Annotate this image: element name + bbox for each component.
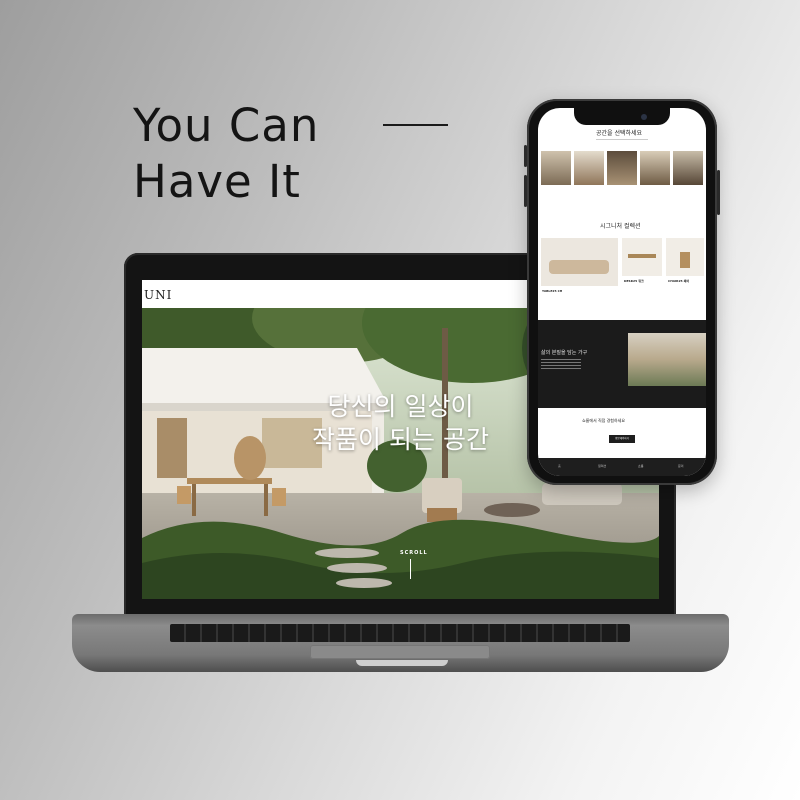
phone-tab-4[interactable]: 문의: [678, 464, 684, 468]
phone-product-image-2[interactable]: [622, 238, 662, 276]
phone-product-name-1: TABLE25 CH: [542, 289, 563, 293]
phone-dark-section-image: [628, 333, 706, 386]
site-logo[interactable]: UNI: [144, 288, 172, 302]
headline-line-1: You Can: [133, 99, 320, 152]
phone-power-button: [717, 170, 720, 215]
phone-dark-section-title: 삶의 본질을 담는 가구: [541, 350, 588, 356]
phone-cta-title: 쇼룸에서 직접 경험하세요: [582, 418, 626, 423]
phone-product-image-1[interactable]: [541, 238, 618, 286]
laptop-hinge-notch: [356, 660, 448, 666]
headline-line-2: Have It: [133, 155, 301, 208]
phone-notch: [574, 108, 670, 125]
phone-section-title-spaces: 공간을 선택하세요: [596, 130, 643, 137]
phone-product-name-3: CHAIR25 체어: [668, 279, 690, 283]
phone-room-thumb-1[interactable]: [541, 151, 571, 185]
phone-cta-button[interactable]: 방문예약하기: [609, 435, 635, 443]
headline-dash: [383, 124, 448, 126]
phone-tab-1[interactable]: 홈: [558, 464, 561, 468]
phone-cta-button-label: 방문예약하기: [615, 437, 629, 440]
phone-section-title-collection: 시그니처 컬렉션: [600, 223, 641, 230]
phone-room-thumb-3[interactable]: [607, 151, 637, 185]
phone-tab-2[interactable]: 컬렉션: [598, 464, 606, 468]
phone-side-button: [524, 145, 527, 167]
desk-shape: [628, 254, 656, 258]
phone-room-thumb-2[interactable]: [574, 151, 604, 185]
phone-room-thumb-5[interactable]: [673, 151, 703, 185]
phone-tab-3[interactable]: 쇼룸: [638, 464, 644, 468]
phone-screen: 공간을 선택하세요 시그니처 컬렉션 TABLE25 CH DESK25 워크 …: [538, 108, 706, 476]
scroll-indicator-line: [410, 559, 411, 579]
scroll-indicator-label[interactable]: SCROLL: [400, 550, 428, 556]
phone-room-thumb-4[interactable]: [640, 151, 670, 185]
laptop-keyboard: [170, 624, 630, 642]
headline: You Can Have It: [133, 98, 319, 210]
phone-dark-section-copy: [541, 359, 581, 369]
sofa-shape: [549, 260, 609, 274]
laptop-trackpad: [310, 645, 490, 659]
phone-volume-button: [524, 175, 527, 207]
phone-section-subtitle: [596, 139, 648, 140]
camera-icon: [641, 114, 647, 120]
phone-product-image-3[interactable]: [666, 238, 704, 276]
phone-product-name-2: DESK25 워크: [624, 279, 644, 283]
chair-shape: [680, 252, 690, 268]
